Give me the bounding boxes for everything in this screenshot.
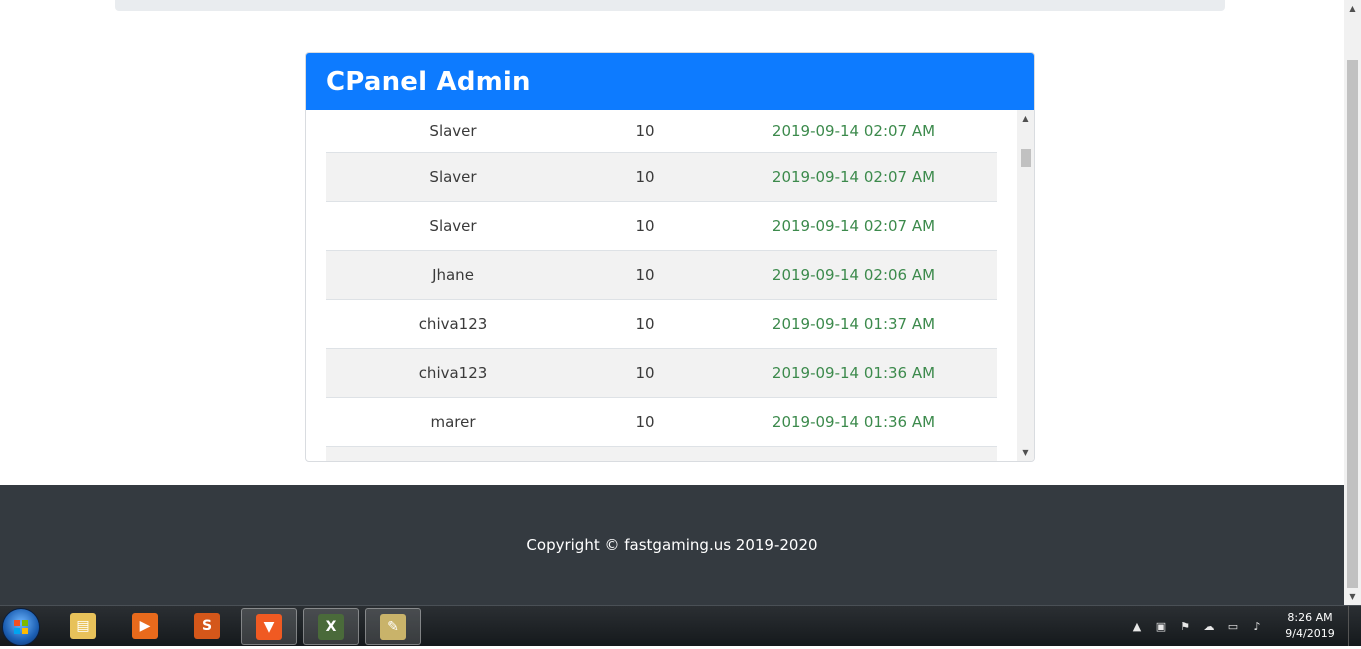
row-date: 2019-09-14 02:06 AM [771, 266, 936, 284]
page-footer: Copyright © fastgaming.us 2019-2020 [0, 485, 1344, 605]
row-name: Slaver [429, 122, 477, 140]
row-name: Slaver [429, 217, 477, 235]
admin-card: CPanel Admin Slaver 10 2019-09-14 02:07 … [305, 52, 1035, 462]
clock-time: 8:26 AM [1287, 611, 1333, 624]
table-row: Jhane 10 2019-09-14 02:06 AM [326, 251, 997, 300]
row-number: 10 [635, 315, 655, 333]
taskbar-sublime-text[interactable]: S [180, 608, 234, 643]
scroll-up-arrow-icon[interactable]: ▲ [1017, 110, 1034, 127]
card-body[interactable]: Slaver 10 2019-09-14 02:07 AM Slaver 10 … [306, 110, 1034, 461]
file-explorer-icon: ▤ [70, 612, 96, 639]
footer-copyright: Copyright © fastgaming.us 2019-2020 [526, 536, 818, 554]
row-number: 10 [635, 168, 655, 186]
taskbar-xampp[interactable]: X [303, 608, 359, 645]
card-title: CPanel Admin [326, 66, 531, 97]
start-button[interactable] [2, 608, 40, 646]
show-hidden-icons-icon[interactable]: ▲ [1130, 619, 1144, 633]
brave-browser-icon: ▼ [256, 613, 282, 640]
row-name: chiva123 [418, 315, 488, 333]
row-name: chiva123 [418, 364, 488, 382]
scroll-down-arrow-icon[interactable]: ▼ [1017, 444, 1034, 461]
page-scroll-up-icon[interactable]: ▲ [1344, 0, 1361, 17]
taskbar-file-explorer[interactable]: ▤ [56, 608, 110, 643]
taskbar-media-player[interactable]: ▶ [118, 608, 172, 643]
system-tray: ▲ ▣ ⚑ ☁ ▭ ♪ [1130, 606, 1264, 646]
row-number: 10 [635, 364, 655, 382]
table-row: Slaver 10 2019-09-14 02:07 AM [326, 202, 997, 251]
table-row: chiva123 10 2019-09-14 01:37 AM [326, 300, 997, 349]
network-icon[interactable]: ▭ [1226, 619, 1240, 633]
row-name: Slaver [429, 168, 477, 186]
clock-date: 9/4/2019 [1285, 627, 1335, 640]
browser-viewport: CPanel Admin Slaver 10 2019-09-14 02:07 … [0, 0, 1344, 605]
top-navbar-strip [115, 0, 1225, 11]
taskbar-clock[interactable]: 8:26 AM 9/4/2019 [1280, 610, 1340, 642]
table-row: Slaver 10 2019-09-14 02:07 AM [326, 110, 997, 153]
records-table: Slaver 10 2019-09-14 02:07 AM Slaver 10 … [326, 110, 997, 461]
paint-icon: ✎ [380, 613, 406, 640]
network-adapter-icon[interactable]: ▣ [1154, 619, 1168, 633]
xampp-icon: X [318, 613, 344, 640]
row-name: Jhane [432, 266, 474, 284]
row-date: 2019-09-14 02:07 AM [771, 168, 936, 186]
table-row: marer 10 2019-09-14 01:36 AM [326, 398, 997, 447]
row-date: 2019-09-14 02:07 AM [771, 122, 936, 140]
table-scrollbar[interactable]: ▲ ▼ [1017, 110, 1034, 461]
windows-logo-icon [14, 620, 28, 634]
row-number: 10 [635, 266, 655, 284]
page-scroll-down-icon[interactable]: ▼ [1344, 588, 1361, 605]
taskbar-brave-browser[interactable]: ▼ [241, 608, 297, 645]
row-date: 2019-09-14 01:37 AM [771, 315, 936, 333]
row-date: 2019-09-14 01:36 AM [771, 364, 936, 382]
table-row: chiva123 10 2019-09-14 01:36 AM [326, 349, 997, 398]
page-scroll-thumb[interactable] [1347, 60, 1358, 588]
row-date: 2019-09-14 02:07 AM [771, 217, 936, 235]
media-player-icon: ▶ [132, 612, 158, 639]
windows-taskbar: ▤ ▶ S ▼ X ✎ ▲ ▣ ⚑ ☁ ▭ ♪ 8:26 AM 9/4/2019 [0, 605, 1361, 646]
row-name: marer [430, 413, 476, 431]
row-number: 10 [635, 122, 655, 140]
sublime-text-icon: S [194, 612, 220, 639]
taskbar-paint[interactable]: ✎ [365, 608, 421, 645]
row-date: 2019-09-14 01:36 AM [771, 413, 936, 431]
page-scrollbar[interactable]: ▲ ▼ [1344, 0, 1361, 605]
row-number: 10 [635, 413, 655, 431]
card-header: CPanel Admin [306, 53, 1034, 110]
table-row: Slaver 10 2019-09-14 02:07 AM [326, 153, 997, 202]
table-scroll-thumb[interactable] [1021, 149, 1031, 167]
table-row [326, 447, 997, 461]
cloud-icon[interactable]: ☁ [1202, 619, 1216, 633]
row-number: 10 [635, 217, 655, 235]
volume-icon[interactable]: ♪ [1250, 619, 1264, 633]
show-desktop-button[interactable] [1348, 606, 1361, 646]
action-center-flag-icon[interactable]: ⚑ [1178, 619, 1192, 633]
